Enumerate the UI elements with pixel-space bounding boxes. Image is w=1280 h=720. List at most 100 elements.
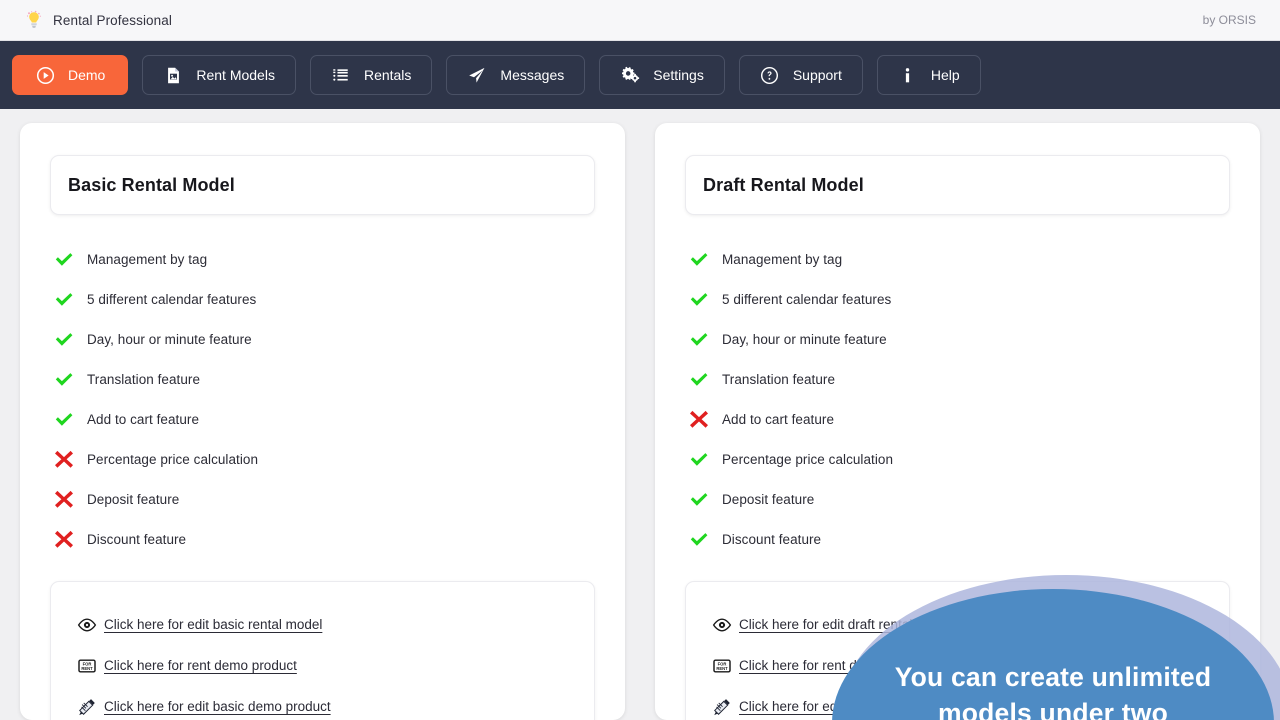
check-icon bbox=[53, 408, 75, 430]
link-row[interactable]: Click here for edit draft rental model bbox=[712, 604, 1203, 645]
pencil-icon bbox=[77, 697, 97, 717]
svg-text:RENT: RENT bbox=[716, 666, 728, 671]
play-circle-icon bbox=[35, 65, 55, 85]
link-row[interactable]: Click here for edit basic demo product bbox=[77, 686, 568, 720]
feature-list: Management by tag 5 different calendar f… bbox=[50, 239, 595, 559]
feature-label: 5 different calendar features bbox=[722, 292, 891, 307]
main-content: Basic Rental Model Management by tag 5 d… bbox=[0, 109, 1280, 720]
feature-label: Deposit feature bbox=[87, 492, 179, 507]
check-icon bbox=[688, 448, 710, 470]
feature-label: Discount feature bbox=[722, 532, 821, 547]
link-row[interactable]: Click here for edit basic rental model bbox=[77, 604, 568, 645]
card-links-box: Click here for edit draft rental model F… bbox=[685, 581, 1230, 720]
feature-label: Management by tag bbox=[87, 252, 207, 267]
check-icon bbox=[688, 288, 710, 310]
feature-item: Management by tag bbox=[50, 239, 595, 279]
feature-item: Deposit feature bbox=[685, 479, 1230, 519]
feature-item: Deposit feature bbox=[50, 479, 595, 519]
feature-item: 5 different calendar features bbox=[50, 279, 595, 319]
eye-icon bbox=[77, 615, 97, 635]
nav-label: Support bbox=[793, 67, 842, 83]
link-label[interactable]: Click here for edit basic rental model bbox=[104, 617, 322, 632]
eye-icon bbox=[712, 615, 732, 635]
feature-item: 5 different calendar features bbox=[685, 279, 1230, 319]
nav-item-demo[interactable]: Demo bbox=[12, 55, 128, 95]
card-title-box: Basic Rental Model bbox=[50, 155, 595, 215]
cross-icon bbox=[53, 488, 75, 510]
app-title: Rental Professional bbox=[53, 13, 172, 28]
card-title: Basic Rental Model bbox=[68, 175, 235, 196]
feature-item: Day, hour or minute feature bbox=[685, 319, 1230, 359]
link-label[interactable]: Click here for edit draft rental model bbox=[739, 617, 953, 632]
feature-item: Add to cart feature bbox=[685, 399, 1230, 439]
info-icon bbox=[898, 65, 918, 85]
feature-label: Management by tag bbox=[722, 252, 842, 267]
card-links-box: Click here for edit basic rental model F… bbox=[50, 581, 595, 720]
nav-item-messages[interactable]: Messages bbox=[446, 55, 585, 95]
brand: Rental Professional bbox=[24, 10, 172, 30]
link-label[interactable]: Click here for rent demo product bbox=[104, 658, 297, 673]
check-icon bbox=[688, 528, 710, 550]
rental-model-card-draft: Draft Rental Model Management by tag 5 d… bbox=[655, 123, 1260, 720]
link-label[interactable]: Click here for rent demo product bbox=[739, 658, 932, 673]
link-row[interactable]: Click here for edit draft demo product bbox=[712, 686, 1203, 720]
check-icon bbox=[53, 288, 75, 310]
nav-label: Settings bbox=[653, 67, 704, 83]
nav-label: Rentals bbox=[364, 67, 411, 83]
card-title-box: Draft Rental Model bbox=[685, 155, 1230, 215]
feature-item: Translation feature bbox=[685, 359, 1230, 399]
for-rent-sign-icon: FORRENT bbox=[712, 656, 732, 676]
list-icon bbox=[331, 65, 351, 85]
link-row[interactable]: FORRENT Click here for rent demo product bbox=[77, 645, 568, 686]
check-icon bbox=[688, 368, 710, 390]
feature-label: Translation feature bbox=[87, 372, 200, 387]
check-icon bbox=[688, 488, 710, 510]
nav-item-help[interactable]: Help bbox=[877, 55, 981, 95]
nav-label: Help bbox=[931, 67, 960, 83]
top-bar: Rental Professional by ORSIS bbox=[0, 0, 1280, 41]
cross-icon bbox=[688, 408, 710, 430]
check-icon bbox=[688, 248, 710, 270]
feature-label: Translation feature bbox=[722, 372, 835, 387]
feature-label: Add to cart feature bbox=[87, 412, 199, 427]
nav-item-support[interactable]: Support bbox=[739, 55, 863, 95]
feature-label: Discount feature bbox=[87, 532, 186, 547]
for-rent-sign-icon: FORRENT bbox=[77, 656, 97, 676]
feature-label: Day, hour or minute feature bbox=[87, 332, 252, 347]
feature-label: Percentage price calculation bbox=[722, 452, 893, 467]
nav-item-settings[interactable]: Settings bbox=[599, 55, 725, 95]
paper-plane-icon bbox=[467, 65, 487, 85]
check-icon bbox=[53, 328, 75, 350]
link-label[interactable]: Click here for edit basic demo product bbox=[104, 699, 331, 714]
feature-list: Management by tag 5 different calendar f… bbox=[685, 239, 1230, 559]
question-circle-icon bbox=[760, 65, 780, 85]
feature-label: Day, hour or minute feature bbox=[722, 332, 887, 347]
nav-label: Rent Models bbox=[196, 67, 275, 83]
nav-item-rent-models[interactable]: Rent Models bbox=[142, 55, 296, 95]
byline: by ORSIS bbox=[1203, 13, 1256, 27]
feature-item: Discount feature bbox=[685, 519, 1230, 559]
svg-text:RENT: RENT bbox=[81, 666, 93, 671]
nav-label: Demo bbox=[68, 67, 105, 83]
feature-item: Percentage price calculation bbox=[685, 439, 1230, 479]
feature-item: Percentage price calculation bbox=[50, 439, 595, 479]
check-icon bbox=[688, 328, 710, 350]
check-icon bbox=[53, 248, 75, 270]
feature-item: Day, hour or minute feature bbox=[50, 319, 595, 359]
check-icon bbox=[53, 368, 75, 390]
feature-label: Add to cart feature bbox=[722, 412, 834, 427]
feature-item: Add to cart feature bbox=[50, 399, 595, 439]
link-label[interactable]: Click here for edit draft demo product bbox=[739, 699, 961, 714]
link-row[interactable]: FORRENT Click here for rent demo product bbox=[712, 645, 1203, 686]
feature-item: Translation feature bbox=[50, 359, 595, 399]
cross-icon bbox=[53, 448, 75, 470]
main-navigation: Demo Rent Models Rentals Messages bbox=[0, 41, 1280, 109]
rental-model-card-basic: Basic Rental Model Management by tag 5 d… bbox=[20, 123, 625, 720]
feature-label: Deposit feature bbox=[722, 492, 814, 507]
nav-label: Messages bbox=[500, 67, 564, 83]
pencil-icon bbox=[712, 697, 732, 717]
gears-icon bbox=[620, 65, 640, 85]
lightbulb-idea-icon bbox=[24, 10, 44, 30]
nav-item-rentals[interactable]: Rentals bbox=[310, 55, 432, 95]
cross-icon bbox=[53, 528, 75, 550]
